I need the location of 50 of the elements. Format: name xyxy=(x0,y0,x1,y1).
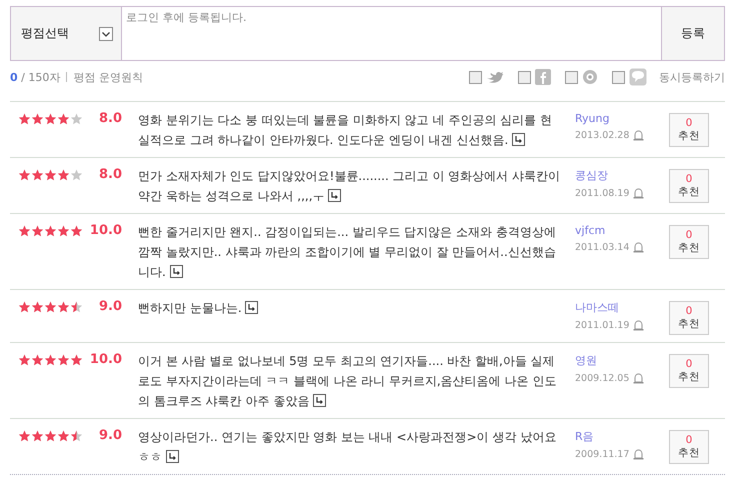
reply-icon[interactable] xyxy=(512,133,526,146)
rating-score: 10.0 xyxy=(88,352,122,367)
review-text: 영상이라던가.. 연기는 좋았지만 영화 보는 내내 <사랑과전쟁>이 생각 났어요 ㅎㅎ xyxy=(138,429,558,466)
writer-name[interactable]: 영원 xyxy=(575,353,597,368)
submit-button[interactable]: 등록 xyxy=(661,6,725,61)
recommend-button[interactable]: 0 추천 xyxy=(669,169,709,203)
reply-icon[interactable] xyxy=(245,301,258,314)
review-text: 이거 본 사람 별로 없나보네 5명 모두 최고의 연기자들.... 바찬 할배,아들 실제로도 부자지간이라는데 ㅋㅋ 블랙에 나온 라니 무커르지,옴샨티옴에 나온 인도의 톰크루즈 샤룩칸 아주 좋았음 xyxy=(138,353,558,410)
facebook-icon xyxy=(535,69,551,85)
writer-name[interactable]: R음 xyxy=(575,429,594,444)
rating-score: 9.0 xyxy=(98,428,122,443)
writer-name[interactable]: vjfcm xyxy=(575,224,606,237)
review-text: 뻔한 줄거리지만 왠지.. 감정이입되는... 발리우드 답지않은 소재와 충격영상에 깜짝 놀랐지만.. 샤룩과 까란의 조합이기에 별 무리없이 잘 만들어서..신선했습니다. xyxy=(138,224,557,281)
char-counter: 0 / 150자 xyxy=(10,70,60,84)
chat-bubble-icon xyxy=(629,68,647,86)
recommend-button[interactable]: 0 추천 xyxy=(669,113,709,147)
review-date: 2011.03.14 xyxy=(575,242,630,253)
share-checkbox[interactable] xyxy=(469,70,482,84)
recommend-button[interactable]: 0 추천 xyxy=(669,301,709,335)
share-label: 동시등록하기 xyxy=(659,70,725,84)
review-date: 2011.01.19 xyxy=(575,320,630,331)
review-date: 2011.08.19 xyxy=(575,188,630,199)
rating-score: 8.0 xyxy=(98,167,122,182)
review-date: 2009.11.17 xyxy=(575,449,630,460)
recommend-button[interactable]: 0 추천 xyxy=(669,225,709,259)
share-checkbox[interactable] xyxy=(612,70,625,84)
writer-name[interactable]: 콩심장 xyxy=(575,168,608,183)
review-text: 뻔하지만 눈물나는. xyxy=(138,298,563,318)
bird-icon xyxy=(486,70,504,84)
writer-name[interactable]: Ryung xyxy=(575,112,610,125)
comment-field[interactable]: 로그인 후에 등록됩니다. xyxy=(122,6,661,61)
rating-score: 8.0 xyxy=(98,111,122,126)
reply-icon[interactable] xyxy=(170,265,183,278)
share-checkbox[interactable] xyxy=(565,70,578,84)
review-date: 2009.12.05 xyxy=(575,373,630,384)
rating-score: 10.0 xyxy=(88,223,122,238)
circle-icon xyxy=(582,69,598,85)
writer-name[interactable]: 나마스떼 xyxy=(575,300,619,315)
recommend-button[interactable]: 0 추천 xyxy=(669,430,709,464)
reply-icon[interactable] xyxy=(328,189,342,202)
review-text: 영화 분위기는 다소 붕 떠있는데 불륜을 미화하지 않고 네 주인공의 심리를 현실적으로 그려 하나같이 안타까웠다. 인도다운 엔딩이 내겐 신선했음. xyxy=(138,112,553,149)
reply-icon[interactable] xyxy=(313,394,326,407)
reply-icon[interactable] xyxy=(166,450,179,463)
recommend-button[interactable]: 0 추천 xyxy=(669,354,709,388)
policy-link[interactable]: 평점 운영원칙 xyxy=(73,70,143,84)
share-checkbox[interactable] xyxy=(518,70,531,84)
review-text: 먼가 소재자체가 인도 답지않았어요!불륜........ 그리고 이 영화상에서 샤룩칸이 약간 욱하는 성격으로 나와서 ,,,,ㅜ xyxy=(138,168,562,205)
rating-select[interactable]: 평점선택 xyxy=(10,6,122,61)
rating-score: 9.0 xyxy=(98,299,122,314)
review-date: 2013.02.28 xyxy=(575,130,630,141)
